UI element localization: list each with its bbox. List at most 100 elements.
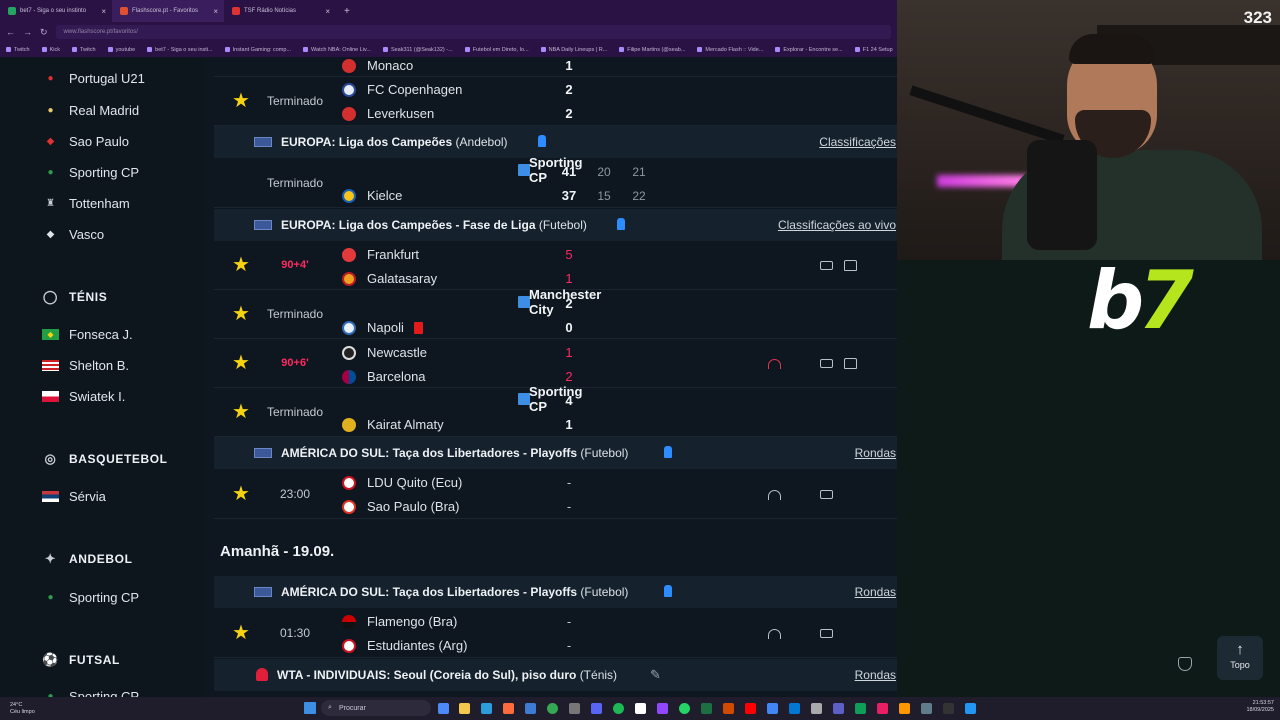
sidebar-item-sporting-futsal[interactable]: ● Sporting CP [42,689,139,697]
favorite-star-icon[interactable]: ★ [232,484,250,504]
close-tab-icon[interactable]: × [213,7,218,16]
app-icon[interactable] [943,703,954,714]
bookmark-item[interactable]: Filipe Martins (@seab... [619,47,685,53]
match-row[interactable]: ★ Terminado Sporting CP Kairat Almaty 4 … [214,384,897,437]
league-header[interactable]: EUROPA: Liga dos Campeões (Andebol) Clas… [214,126,897,158]
bookmark-item[interactable]: Seak311 (@Seak132) -... [383,47,453,53]
app-icon[interactable] [921,703,932,714]
league-header[interactable]: WTA - INDIVIDUAIS: Seoul (Coreia do Sul)… [214,659,897,691]
lineup-shirt-icon[interactable] [844,358,857,369]
back-to-top-button[interactable]: ↑ Topo [1217,636,1263,680]
sidebar-item-portugal-u21[interactable]: ● Portugal U21 [42,71,144,86]
system-clock[interactable]: 21:53:57 18/09/2025 [1246,700,1274,714]
match-row[interactable]: ★ 90+6' Newcastle Barcelona 1 2 [214,339,897,388]
browser-tab-flashscore[interactable]: Flashscore.pt - Favoritos × [112,0,224,22]
bookmark-item[interactable]: F1 24 Setup [855,47,893,53]
bookmark-item[interactable]: Mercado Flash :: Vide... [697,47,763,53]
sidebar-item-sao-paulo[interactable]: ◆ Sao Paulo [42,134,129,149]
weather-widget[interactable]: 24°C Céu limpo [10,702,35,716]
sidebar-item-swiatek[interactable]: Swiatek I. [42,389,125,404]
match-row[interactable]: ★ 01:30 Flamengo (Bra) Estudiantes (Arg)… [214,608,897,658]
pin-icon[interactable] [617,218,625,230]
app-icon[interactable] [525,703,536,714]
app-icon[interactable] [833,703,844,714]
excel-icon[interactable] [701,703,712,714]
bookmark-item[interactable]: Explorar - Encontre se... [775,47,842,53]
bookmark-item[interactable]: Futebol em Direto, Io... [465,47,529,53]
rounds-link[interactable]: Rondas [855,585,896,599]
bookmark-item[interactable]: Kick [42,47,60,53]
match-row[interactable]: ★ 23:00 LDU Quito (Ecu) Sao Paulo (Bra) … [214,469,897,519]
sidebar-item-servia[interactable]: Sérvia [42,489,106,504]
bookmark-item[interactable]: Instant Gaming: comp... [225,47,291,53]
app-icon[interactable] [767,703,778,714]
twitch-icon[interactable] [657,703,668,714]
favorite-star-icon[interactable]: ★ [232,623,250,643]
sidebar-item-tottenham[interactable]: ♜ Tottenham [42,196,130,211]
match-row[interactable]: ★ Terminado FC Copenhagen Leverkusen 2 2 [214,77,897,126]
pin-icon[interactable] [538,135,546,147]
close-tab-icon[interactable]: × [325,7,330,16]
whatsapp-icon[interactable] [679,703,690,714]
match-row[interactable]: ★ 90+4' Frankfurt Galatasaray 5 1 [214,241,897,290]
league-header[interactable]: AMÉRICA DO SUL: Taça dos Libertadores - … [214,576,897,608]
bookmark-item[interactable]: youtube [108,47,136,53]
rounds-link[interactable]: Rondas [855,446,896,460]
url-input[interactable]: www.flashscore.pt/favoritos/ [55,25,891,39]
sidebar-item-shelton[interactable]: Shelton B. [42,358,129,373]
league-header[interactable]: EUROPA: Liga dos Campeões - Fase de Liga… [214,209,897,241]
app-icon[interactable] [438,703,449,714]
back-icon[interactable]: ← [6,27,15,37]
spotify-icon[interactable] [613,703,624,714]
discord-icon[interactable] [591,703,602,714]
app-icon[interactable] [899,703,910,714]
new-tab-icon[interactable]: + [344,6,350,17]
bookmark-item[interactable]: Twitch [72,47,96,53]
app-icon[interactable] [789,703,800,714]
edge-icon[interactable] [481,703,492,714]
app-icon[interactable] [745,703,756,714]
favorite-star-icon[interactable]: ★ [232,304,250,324]
tv-icon[interactable] [820,490,833,499]
sidebar-item-vasco[interactable]: ◆ Vasco [42,227,105,242]
standings-link[interactable]: Classificações [819,135,896,149]
app-icon[interactable] [811,703,822,714]
browser-tab-bet7[interactable]: bet7 - Siga o seu instinto × [0,0,112,22]
pin-icon[interactable] [664,585,672,597]
chrome-icon[interactable] [547,703,558,714]
explorer-icon[interactable] [459,703,470,714]
audio-commentary-icon[interactable] [768,359,781,369]
app-icon[interactable] [965,703,976,714]
forward-icon[interactable]: → [23,27,32,37]
live-standings-link[interactable]: Classificações ao vivo [778,218,896,232]
lineup-shirt-icon[interactable] [844,260,857,271]
favorite-star-icon[interactable]: ★ [232,255,250,275]
bookmark-item[interactable]: NBA Daily Lineups | R... [541,47,608,53]
taskbar-search[interactable]: ⌕ Procurar [321,700,431,716]
league-header[interactable]: AMÉRICA DO SUL: Taça dos Libertadores - … [214,437,897,469]
app-icon[interactable] [855,703,866,714]
sidebar-item-sporting-andebol[interactable]: ● Sporting CP [42,590,139,605]
app-icon[interactable] [503,703,514,714]
bookmark-item[interactable]: Twitch [6,47,30,53]
audio-commentary-icon[interactable] [768,490,781,500]
favorite-star-icon[interactable]: ★ [232,353,250,373]
pin-outline-icon[interactable]: ✎ [650,667,661,683]
match-row[interactable]: ★ Terminado Manchester City Napoli 2 0 [214,287,897,339]
steam-icon[interactable] [569,703,580,714]
sidebar-item-sporting[interactable]: ● Sporting CP [42,165,139,180]
app-icon[interactable] [635,703,646,714]
favorite-star-icon[interactable]: ★ [232,91,250,111]
app-icon[interactable] [723,703,734,714]
tv-icon[interactable] [820,359,833,368]
favorite-star-icon[interactable]: ★ [232,402,250,422]
tv-icon[interactable] [820,261,833,270]
match-row[interactable]: Terminado Sporting CP Kielce 41 37 20 21… [214,155,897,208]
reload-icon[interactable]: ↻ [40,27,48,38]
windows-start-icon[interactable] [304,702,316,714]
audio-commentary-icon[interactable] [768,629,781,639]
tv-icon[interactable] [820,629,833,638]
app-icon[interactable] [877,703,888,714]
close-tab-icon[interactable]: × [101,7,106,16]
sidebar-item-fonseca[interactable]: ◆ Fonseca J. [42,327,133,342]
